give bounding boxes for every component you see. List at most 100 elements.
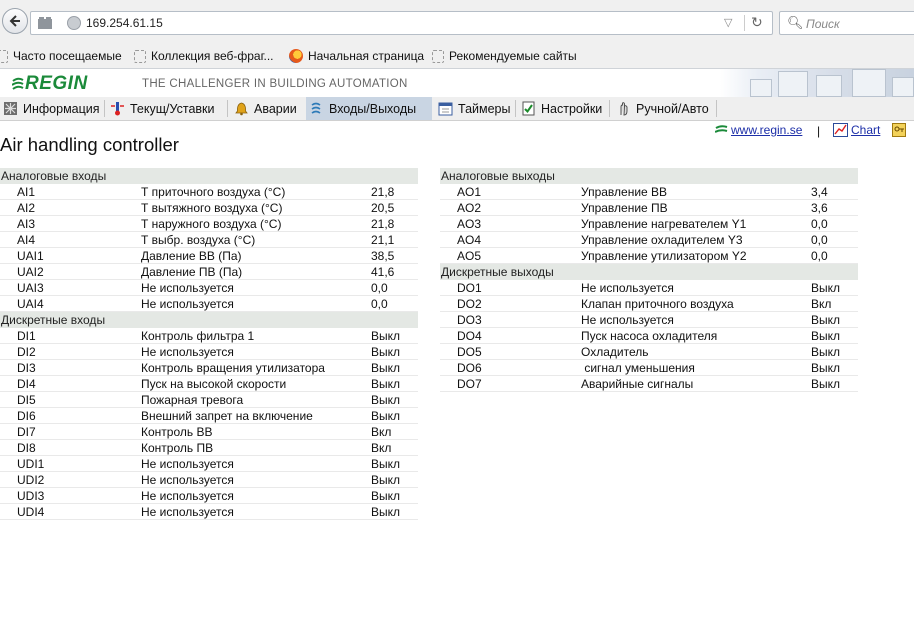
point-id: DI2	[17, 345, 36, 359]
point-id: DO4	[457, 329, 482, 343]
table-row: DO3 Не используется Выкл	[440, 312, 858, 328]
table-row: UDI4 Не используется Выкл	[0, 504, 418, 520]
regin-logo[interactable]: REGIN	[12, 73, 88, 95]
webslice-icon	[134, 49, 146, 63]
point-id: DO3	[457, 313, 482, 327]
point-description: Пуск на высокой скорости	[141, 377, 287, 391]
point-value: 20,5	[371, 201, 395, 215]
url-text[interactable]: 169.254.61.15	[86, 16, 163, 30]
point-value: Выкл	[811, 281, 841, 295]
tab-settings[interactable]: Настройки	[518, 97, 606, 120]
point-value: Вкл	[371, 425, 392, 439]
tab-timers[interactable]: Таймеры	[435, 97, 511, 120]
bookmark-icon	[0, 49, 8, 63]
point-description: Не используется	[141, 473, 234, 487]
table-row: AO4 Управление охладителем Y3 0,0	[440, 232, 858, 248]
analog-inputs-rows: AI1 Т приточного воздуха (°С) 21,8 AI2 Т выт…	[0, 184, 418, 312]
table-row: AI1 Т приточного воздуха (°С) 21,8	[0, 184, 418, 200]
point-description: Давление ВВ (Па)	[141, 249, 242, 263]
point-description: Пуск насоса охладителя	[581, 329, 718, 343]
point-value: Выкл	[811, 377, 841, 391]
back-button[interactable]	[2, 8, 28, 34]
firefox-icon	[289, 49, 303, 63]
tab-information[interactable]: Информация	[0, 97, 101, 120]
browser-toolbar: 169.254.61.15 ▽ ↻ 🔍︎ Поиск	[0, 0, 914, 44]
tab-alarms[interactable]: Аварии	[231, 97, 301, 120]
point-description: Не используется	[141, 297, 234, 311]
hand-icon	[620, 102, 628, 116]
point-description: Аварийные сигналы	[581, 377, 694, 391]
bookmark-suggested-sites[interactable]: Рекомендуемые сайты	[432, 49, 577, 63]
point-description: Управление ПВ	[581, 201, 668, 215]
point-description: Не используется	[141, 281, 234, 295]
next-link[interactable]	[892, 123, 906, 137]
search-placeholder: Поиск	[806, 17, 840, 31]
tab-inputs-outputs[interactable]: Входы/Выходы	[306, 97, 432, 120]
info-icon	[4, 102, 17, 115]
point-description: Управление охладителем Y3	[581, 233, 743, 247]
link-label: Chart	[851, 123, 881, 137]
table-row: DO1 Не используется Выкл	[440, 280, 858, 296]
table-row: DO4 Пуск насоса охладителя Выкл	[440, 328, 858, 344]
reload-icon[interactable]: ↻	[751, 14, 763, 31]
table-row: AI4 Т выбр. воздуха (°С) 21,1	[0, 232, 418, 248]
bookmark-web-slice-gallery[interactable]: Коллекция веб-фраг...	[134, 49, 274, 63]
tab-label: Аварии	[254, 101, 297, 116]
bookmark-label: Часто посещаемые	[13, 49, 122, 63]
table-row: AI2 Т вытяжного воздуха (°С) 20,5	[0, 200, 418, 216]
point-id: AI4	[17, 233, 36, 247]
point-value: 21,8	[371, 217, 395, 231]
point-description: Не используется	[141, 457, 234, 471]
point-value: Выкл	[371, 457, 401, 471]
tab-group-icon[interactable]	[37, 16, 53, 30]
point-value: Выкл	[371, 345, 401, 359]
point-description: Внешний запрет на включение	[141, 409, 313, 423]
bell-icon	[235, 102, 248, 116]
point-value: Выкл	[371, 361, 401, 375]
table-row: AI3 Т наружного воздуха (°С) 21,8	[0, 216, 418, 232]
table-row: DO6 сигнал уменьшения Выкл	[440, 360, 858, 376]
table-row: AO3 Управление нагревателем Y1 0,0	[440, 216, 858, 232]
thermometer-icon	[111, 102, 124, 116]
point-id: UAI1	[17, 249, 44, 263]
table-row: AO2 Управление ПВ 3,6	[440, 200, 858, 216]
point-id: UDI3	[17, 489, 45, 503]
site-header: REGIN THE CHALLENGER IN BUILDING AUTOMAT…	[0, 69, 914, 97]
section-header: Дискретные входы	[0, 312, 418, 328]
site-identity-icon[interactable]	[67, 16, 81, 30]
tab-manual-auto[interactable]: Ручной/Авто	[613, 97, 715, 120]
point-id: AI1	[17, 185, 36, 199]
point-description: Управление нагревателем Y1	[581, 217, 747, 231]
link-separator: |	[817, 124, 821, 138]
search-box[interactable]: 🔍︎ Поиск	[779, 11, 914, 35]
regin-website-link[interactable]: www.regin.se	[715, 123, 802, 137]
chart-link[interactable]: Chart	[833, 123, 880, 137]
point-description: Охладитель	[581, 345, 649, 359]
point-value: Выкл	[811, 329, 841, 343]
point-id: DI1	[17, 329, 36, 343]
bookmarks-toolbar: Часто посещаемые Коллекция веб-фраг... Н…	[0, 44, 914, 69]
search-icon: 🔍︎	[787, 15, 804, 30]
point-value: 0,0	[811, 249, 828, 263]
table-row: DI7 Контроль ВВ Вкл	[0, 424, 418, 440]
logo-text: REGIN	[25, 73, 88, 94]
point-description: Управление утилизатором Y2	[581, 249, 747, 263]
bookmark-most-visited[interactable]: Часто посещаемые	[0, 49, 122, 63]
tab-values-setpoints[interactable]: Текущ/Уставки	[107, 97, 225, 120]
point-id: UDI1	[17, 457, 45, 471]
section-header: Дискретные выходы	[440, 264, 858, 280]
point-value: Выкл	[371, 473, 401, 487]
tab-label: Таймеры	[458, 101, 511, 116]
point-value: 41,6	[371, 265, 395, 279]
point-id: DI3	[17, 361, 36, 375]
address-bar[interactable]: 169.254.61.15 ▽ ↻	[30, 11, 773, 35]
bookmark-start-page[interactable]: Начальная страница	[289, 49, 424, 63]
point-value: Вкл	[811, 297, 832, 311]
point-value: Выкл	[371, 409, 401, 423]
point-id: UDI4	[17, 505, 45, 519]
table-row: UDI2 Не используется Выкл	[0, 472, 418, 488]
point-description: Не используется	[581, 281, 674, 295]
url-dropdown-icon[interactable]: ▽	[724, 16, 732, 29]
table-row: DI2 Не используется Выкл	[0, 344, 418, 360]
point-description: Контроль ВВ	[141, 425, 213, 439]
